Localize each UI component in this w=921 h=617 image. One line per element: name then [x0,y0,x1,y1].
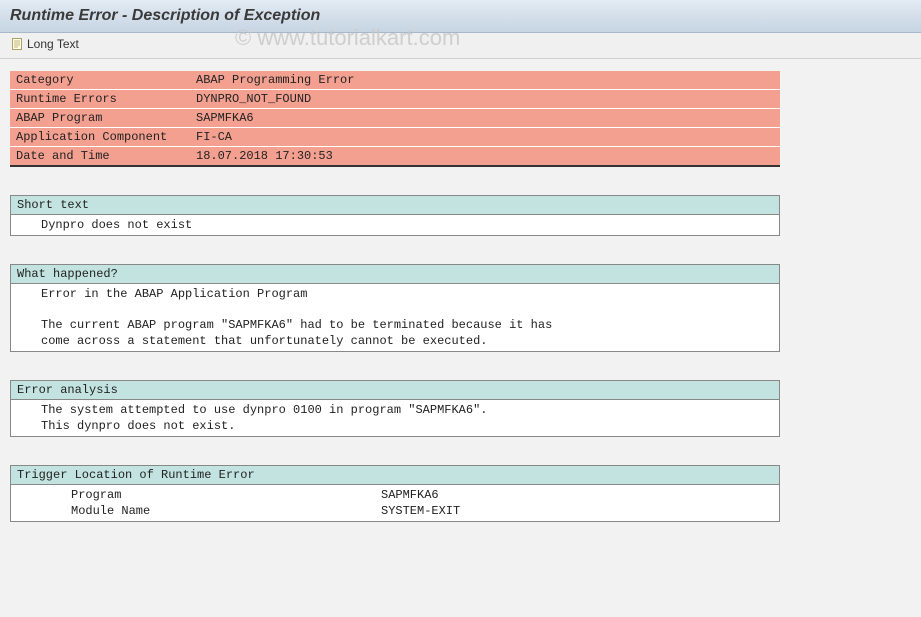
title-bar: Runtime Error - Description of Exception [0,0,921,33]
section-line: Dynpro does not exist [11,217,779,233]
section-line: come across a statement that unfortunate… [11,333,779,349]
info-label: Application Component [10,128,190,147]
info-row: Application Component FI-CA [10,128,780,147]
section-body: Dynpro does not exist [11,215,779,235]
info-row: Date and Time 18.07.2018 17:30:53 [10,147,780,167]
section-row: Module Name SYSTEM-EXIT [11,503,779,519]
what-happened-section: What happened? Error in the ABAP Applica… [10,264,780,352]
info-row: ABAP Program SAPMFKA6 [10,109,780,128]
info-label: Date and Time [10,147,190,167]
section-line: This dynpro does not exist. [11,418,779,434]
section-header: Error analysis [11,381,779,400]
error-analysis-section: Error analysis The system attempted to u… [10,380,780,437]
info-value: DYNPRO_NOT_FOUND [190,90,780,109]
section-body: Program SAPMFKA6 Module Name SYSTEM-EXIT [11,485,779,521]
row-value: SYSTEM-EXIT [381,504,773,518]
section-header: Short text [11,196,779,215]
short-text-section: Short text Dynpro does not exist [10,195,780,236]
info-label: Runtime Errors [10,90,190,109]
info-value: ABAP Programming Error [190,71,780,90]
row-value: SAPMFKA6 [381,488,773,502]
info-label: Category [10,71,190,90]
section-line: The current ABAP program "SAPMFKA6" had … [11,317,779,333]
section-body: Error in the ABAP Application Program Th… [11,284,779,351]
section-header: What happened? [11,265,779,284]
info-row: Category ABAP Programming Error [10,71,780,90]
long-text-label: Long Text [27,37,79,51]
info-table: Category ABAP Programming Error Runtime … [10,71,780,167]
info-value: FI-CA [190,128,780,147]
row-label: Program [41,488,381,502]
info-row: Runtime Errors DYNPRO_NOT_FOUND [10,90,780,109]
info-label: ABAP Program [10,109,190,128]
trigger-location-section: Trigger Location of Runtime Error Progra… [10,465,780,522]
section-line [11,302,779,317]
row-label: Module Name [41,504,381,518]
long-text-button[interactable]: Long Text [10,37,79,51]
section-body: The system attempted to use dynpro 0100 … [11,400,779,436]
info-value: SAPMFKA6 [190,109,780,128]
info-value: 18.07.2018 17:30:53 [190,147,780,167]
content-area: Category ABAP Programming Error Runtime … [0,59,921,534]
document-icon [10,37,24,51]
section-header: Trigger Location of Runtime Error [11,466,779,485]
section-line: The system attempted to use dynpro 0100 … [11,402,779,418]
section-line: Error in the ABAP Application Program [11,286,779,302]
page-title: Runtime Error - Description of Exception [10,7,320,24]
section-row: Program SAPMFKA6 [11,487,779,503]
toolbar: Long Text [0,33,921,59]
